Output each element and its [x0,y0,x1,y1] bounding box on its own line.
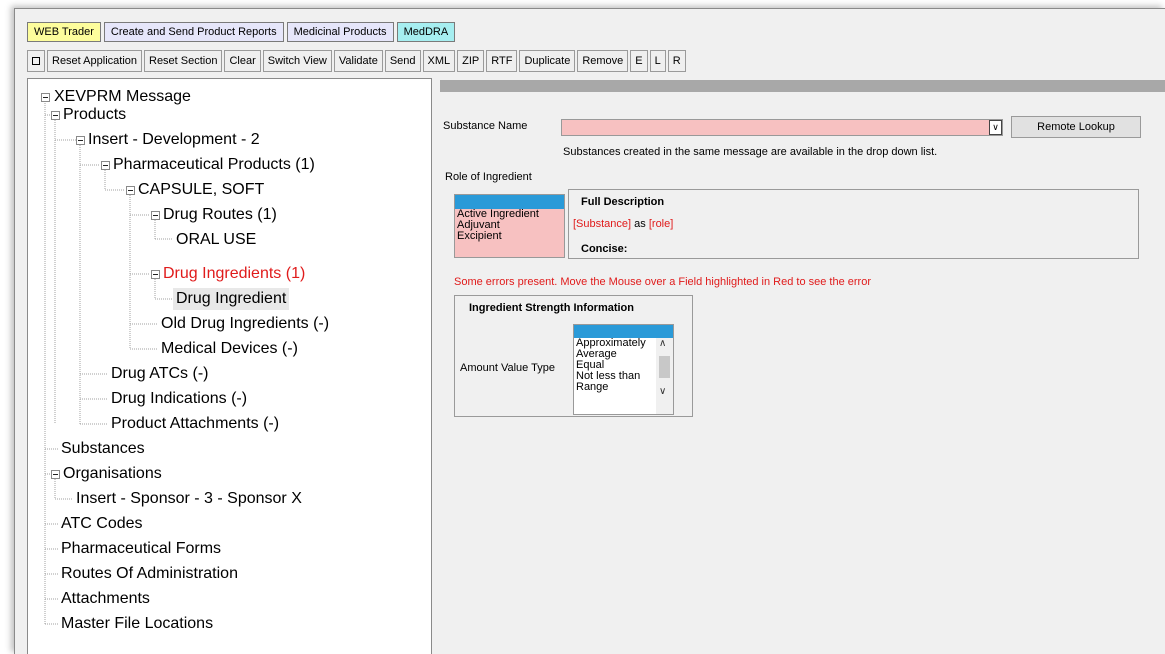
collapse-organisations-toggle[interactable] [51,470,60,479]
tab-create-send-reports[interactable]: Create and Send Product Reports [103,22,284,42]
collapse-products-toggle[interactable] [51,111,60,120]
duplicate-button[interactable]: Duplicate [519,50,576,72]
rtf-button[interactable]: RTF [486,50,518,72]
tree-node-master-file-locations[interactable]: Master File Locations [61,613,213,635]
error-message: Some errors present. Move the Mouse over… [454,276,871,288]
toolbar: Reset Application Reset Section Clear Sw… [27,50,686,72]
tree-node-products[interactable]: Products [63,104,126,126]
tab-web-trader[interactable]: WEB Trader [27,22,101,42]
collapse-root-toggle[interactable] [41,93,50,102]
send-button[interactable]: Send [384,50,421,72]
square-icon [32,57,40,65]
collapse-insert-dev-toggle[interactable] [76,136,85,145]
tree-node-pharmaceutical-forms[interactable]: Pharmaceutical Forms [61,538,221,560]
message-tree: XEVPRM Message Products Insert - Develop… [27,78,432,654]
top-tabs: WEB Trader Create and Send Product Repor… [27,22,456,42]
switch-view-button[interactable]: Switch View [262,50,332,72]
xml-button[interactable]: XML [422,50,456,72]
amount-value-type-listbox[interactable]: Approximately Average Equal Not less tha… [573,324,674,415]
role-of-ingredient-listbox[interactable]: Active Ingredient Adjuvant Excipient [454,194,565,258]
collapse-drug-routes-toggle[interactable] [151,211,160,220]
tab-medicinal-products[interactable]: Medicinal Products [286,22,394,42]
substance-name-label: Substance Name [443,120,528,132]
tree-node-oral-use[interactable]: ORAL USE [176,229,256,251]
clear-button[interactable]: Clear [224,50,261,72]
selected-empty-option[interactable] [455,195,564,209]
scroll-up-arrow-icon[interactable]: ∧ [659,338,666,349]
tree-node-pharmaceutical-products[interactable]: Pharmaceutical Products (1) [113,154,315,176]
full-description-text: [Substance] as [role] [573,218,673,230]
substance-name-combobox[interactable] [561,119,1003,136]
role-of-ingredient-label: Role of Ingredient [445,171,532,183]
tree-node-attachments[interactable]: Attachments [61,588,150,610]
tree-node-drug-routes[interactable]: Drug Routes (1) [163,204,277,226]
reset-application-button[interactable]: Reset Application [47,50,142,72]
strength-title: Ingredient Strength Information [469,302,634,314]
tree-node-drug-ingredients[interactable]: Drug Ingredients (1) [163,263,305,285]
tree-node-medical-devices[interactable]: Medical Devices (-) [161,338,298,360]
ingredient-form: Substance Name ∨ Remote Lookup Substance… [435,78,1165,654]
toggle-panel-button[interactable] [27,50,45,72]
scroll-down-arrow-icon[interactable]: ∨ [659,386,666,397]
zip-button[interactable]: ZIP [457,50,485,72]
tree-node-drug-indications[interactable]: Drug Indications (-) [111,388,247,410]
l-button[interactable]: L [649,50,666,72]
tree-node-substances[interactable]: Substances [61,438,145,460]
tree-node-capsule-soft[interactable]: CAPSULE, SOFT [138,179,264,201]
reset-section-button[interactable]: Reset Section [144,50,223,72]
tree-node-product-attachments[interactable]: Product Attachments (-) [111,413,279,435]
desc-as-text: as [634,218,646,230]
remove-button[interactable]: Remove [577,50,629,72]
application-window: WEB Trader Create and Send Product Repor… [14,8,1165,654]
role-option-excipient[interactable]: Excipient [455,231,564,242]
amount-list-scrollbar[interactable]: ∧ ∨ [656,338,673,414]
desc-role-placeholder: [role] [648,218,674,230]
full-description-title: Full Description [581,196,665,208]
tree-node-old-drug-ingredients[interactable]: Old Drug Ingredients (-) [161,313,329,335]
chevron-down-icon[interactable]: ∨ [989,120,1002,135]
substance-hint-text: Substances created in the same message a… [563,146,938,158]
validate-button[interactable]: Validate [333,50,383,72]
e-button[interactable]: E [630,50,648,72]
full-description-box: Full Description [Substance] as [role] C… [568,189,1139,259]
section-header-bar [440,80,1165,92]
amount-value-type-label: Amount Value Type [460,362,555,374]
tree-node-insert-sponsor[interactable]: Insert - Sponsor - 3 - Sponsor X [76,488,302,510]
concise-label: Concise: [581,243,628,255]
collapse-capsule-toggle[interactable] [126,186,135,195]
tab-meddra[interactable]: MedDRA [396,22,456,42]
tree-node-atc-codes[interactable]: ATC Codes [61,513,143,535]
remote-lookup-button[interactable]: Remote Lookup [1011,116,1141,138]
tree-node-organisations[interactable]: Organisations [63,463,162,485]
tree-node-drug-atcs[interactable]: Drug ATCs (-) [111,363,208,385]
scrollbar-thumb[interactable] [659,356,670,378]
collapse-pharm-products-toggle[interactable] [101,161,110,170]
tree-node-insert-development[interactable]: Insert - Development - 2 [88,129,260,151]
desc-substance-placeholder: [Substance] [573,218,632,230]
collapse-drug-ingredients-toggle[interactable] [151,270,160,279]
tree-node-drug-ingredient[interactable]: Drug Ingredient [173,288,290,310]
ingredient-strength-box: Ingredient Strength Information Amount V… [454,295,693,417]
r-button[interactable]: R [667,50,686,72]
tree-node-routes-of-administration[interactable]: Routes Of Administration [61,563,238,585]
